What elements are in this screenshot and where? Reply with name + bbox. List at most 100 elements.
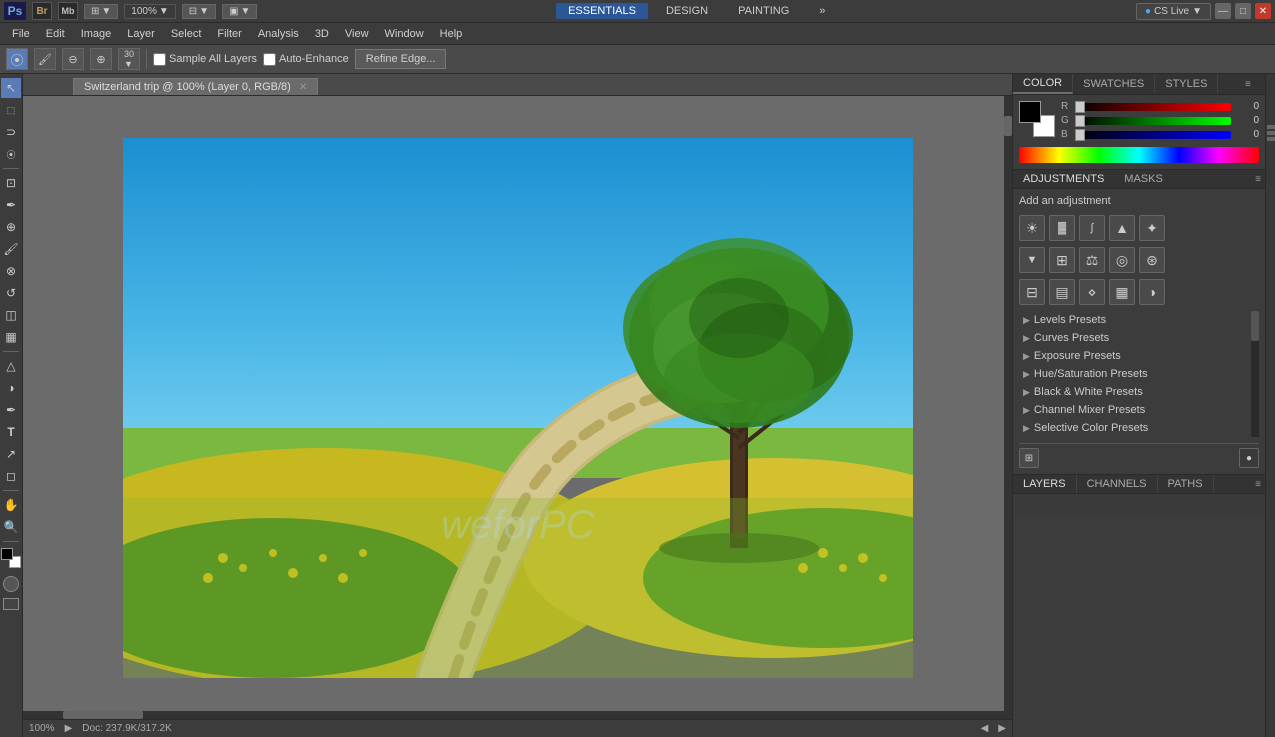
- menu-select[interactable]: Select: [163, 26, 210, 42]
- view-arrange-btn[interactable]: ⊟ ▼: [182, 4, 216, 19]
- menu-layer[interactable]: Layer: [119, 26, 163, 42]
- threshold-adj-btn[interactable]: ⋄: [1079, 279, 1105, 305]
- status-nav-left[interactable]: ◀: [981, 723, 989, 734]
- status-info-icon[interactable]: ▶: [65, 723, 73, 734]
- minimize-btn[interactable]: —: [1215, 3, 1231, 19]
- screen-mode-btn[interactable]: ▣ ▼: [222, 4, 257, 19]
- add-tool[interactable]: ⊕: [90, 48, 112, 70]
- levels-adj-btn[interactable]: ▓: [1049, 215, 1075, 241]
- zoom-display[interactable]: 100% ▼: [124, 4, 175, 19]
- tab-close-btn[interactable]: ✕: [299, 82, 307, 93]
- menu-view[interactable]: View: [337, 26, 377, 42]
- erase-tool[interactable]: ⊖: [62, 48, 84, 70]
- tab-masks[interactable]: MASKS: [1114, 170, 1173, 188]
- brush-tool-left[interactable]: 🖌: [1, 239, 21, 259]
- bridge-logo-btn[interactable]: Br: [32, 2, 52, 20]
- color-balance-adj-btn[interactable]: ⊞: [1049, 247, 1075, 273]
- posterize-adj-btn[interactable]: ▤: [1049, 279, 1075, 305]
- bw-adj-btn[interactable]: ⚖: [1079, 247, 1105, 273]
- gradient-map-adj-btn[interactable]: ▦: [1109, 279, 1135, 305]
- adj-eye-btn[interactable]: ●: [1239, 448, 1259, 468]
- sample-all-checkbox[interactable]: [153, 53, 166, 66]
- nav-painting[interactable]: PAINTING: [726, 3, 801, 19]
- adj-clip-btn[interactable]: ⊞: [1019, 448, 1039, 468]
- path-select-tool[interactable]: ↗: [1, 444, 21, 464]
- vibrance-adj-btn[interactable]: ✦: [1139, 215, 1165, 241]
- mb-logo-btn[interactable]: Mb: [58, 2, 78, 20]
- adj-panel-options-btn[interactable]: ≡: [1255, 174, 1261, 185]
- move-tool[interactable]: ↖: [1, 78, 21, 98]
- horizontal-scrollbar[interactable]: [23, 711, 1012, 719]
- close-btn[interactable]: ✕: [1255, 3, 1271, 19]
- menu-image[interactable]: Image: [73, 26, 120, 42]
- history-brush-tool[interactable]: ↺: [1, 283, 21, 303]
- blue-slider-thumb[interactable]: [1075, 129, 1085, 141]
- healing-tool[interactable]: ⊕: [1, 217, 21, 237]
- photo-filter-adj-btn[interactable]: ◎: [1109, 247, 1135, 273]
- canvas-scroll-area[interactable]: weforPC: [23, 96, 1012, 719]
- tab-styles[interactable]: STYLES: [1155, 75, 1218, 93]
- tab-channels[interactable]: CHANNELS: [1077, 475, 1158, 493]
- nav-more[interactable]: »: [807, 3, 837, 19]
- tab-color[interactable]: COLOR: [1013, 74, 1073, 94]
- invert-adj-btn[interactable]: ⊟: [1019, 279, 1045, 305]
- menu-3d[interactable]: 3D: [307, 26, 337, 42]
- preset-levels[interactable]: ▶ Levels Presets: [1019, 311, 1259, 329]
- layers-options-btn[interactable]: ≡: [1255, 479, 1261, 490]
- hue-sat-adj-btn[interactable]: ▼: [1019, 247, 1045, 273]
- nav-essentials[interactable]: ESSENTIALS: [556, 3, 648, 19]
- marquee-tool[interactable]: ⬚: [1, 100, 21, 120]
- red-slider[interactable]: [1075, 103, 1231, 111]
- maximize-btn[interactable]: □: [1235, 3, 1251, 19]
- menu-help[interactable]: Help: [432, 26, 471, 42]
- status-nav-right[interactable]: ▶: [998, 723, 1006, 734]
- hand-tool[interactable]: ✋: [1, 495, 21, 515]
- quick-select-tool[interactable]: ⦿: [1, 144, 21, 164]
- curves-adj-btn[interactable]: ∫: [1079, 215, 1105, 241]
- nav-design[interactable]: DESIGN: [654, 3, 720, 19]
- color-spectrum[interactable]: [1019, 147, 1259, 163]
- fg-bg-color-swatch[interactable]: [1, 548, 21, 568]
- selective-color-adj-btn[interactable]: ◑: [1139, 279, 1165, 305]
- eraser-tool[interactable]: ◫: [1, 305, 21, 325]
- tab-swatches[interactable]: SWATCHES: [1073, 75, 1155, 93]
- tab-paths[interactable]: PATHS: [1158, 475, 1214, 493]
- eyedropper-tool[interactable]: ✒: [1, 195, 21, 215]
- channel-mixer-adj-btn[interactable]: ⊛: [1139, 247, 1165, 273]
- preset-channel-mixer[interactable]: ▶ Channel Mixer Presets: [1019, 401, 1259, 419]
- brush-tool[interactable]: 🖌: [34, 48, 56, 70]
- vertical-scrollbar[interactable]: [1004, 96, 1012, 719]
- dodge-tool[interactable]: ◑: [1, 378, 21, 398]
- blur-tool[interactable]: △: [1, 356, 21, 376]
- fg-color-box[interactable]: [1019, 101, 1041, 123]
- screen-mode-left-btn[interactable]: [3, 598, 19, 610]
- brush-size-btn[interactable]: 30▼: [118, 48, 140, 70]
- menu-edit[interactable]: Edit: [38, 26, 73, 42]
- adj-scrollbar-thumb[interactable]: [1251, 311, 1259, 341]
- canvas-tab[interactable]: Switzerland trip @ 100% (Layer 0, RGB/8)…: [73, 78, 318, 95]
- menu-filter[interactable]: Filter: [209, 26, 249, 42]
- scrollbar-thumb[interactable]: [1004, 116, 1012, 136]
- type-tool[interactable]: T: [1, 422, 21, 442]
- panel-collapse-handle[interactable]: [1265, 74, 1275, 737]
- refine-edge-btn[interactable]: Refine Edge...: [355, 49, 447, 69]
- blue-slider[interactable]: [1075, 131, 1231, 139]
- adj-scrollbar[interactable]: [1251, 311, 1259, 437]
- quick-selection-tool[interactable]: ⦿: [6, 48, 28, 70]
- green-slider[interactable]: [1075, 117, 1231, 125]
- red-slider-thumb[interactable]: [1075, 101, 1085, 113]
- brightness-adj-btn[interactable]: ☀: [1019, 215, 1045, 241]
- menu-window[interactable]: Window: [377, 26, 432, 42]
- green-slider-thumb[interactable]: [1075, 115, 1085, 127]
- lasso-tool[interactable]: ⊃: [1, 122, 21, 142]
- preset-exposure[interactable]: ▶ Exposure Presets: [1019, 347, 1259, 365]
- gradient-tool[interactable]: ▦: [1, 327, 21, 347]
- fg-bg-color-preview[interactable]: [1019, 101, 1055, 137]
- arrange-btn[interactable]: ⊞ ▼: [84, 4, 118, 19]
- menu-analysis[interactable]: Analysis: [250, 26, 307, 42]
- h-scrollbar-thumb[interactable]: [63, 711, 143, 719]
- preset-bw[interactable]: ▶ Black & White Presets: [1019, 383, 1259, 401]
- menu-file[interactable]: File: [4, 26, 38, 42]
- preset-curves[interactable]: ▶ Curves Presets: [1019, 329, 1259, 347]
- auto-enhance-option[interactable]: Auto-Enhance: [263, 53, 349, 66]
